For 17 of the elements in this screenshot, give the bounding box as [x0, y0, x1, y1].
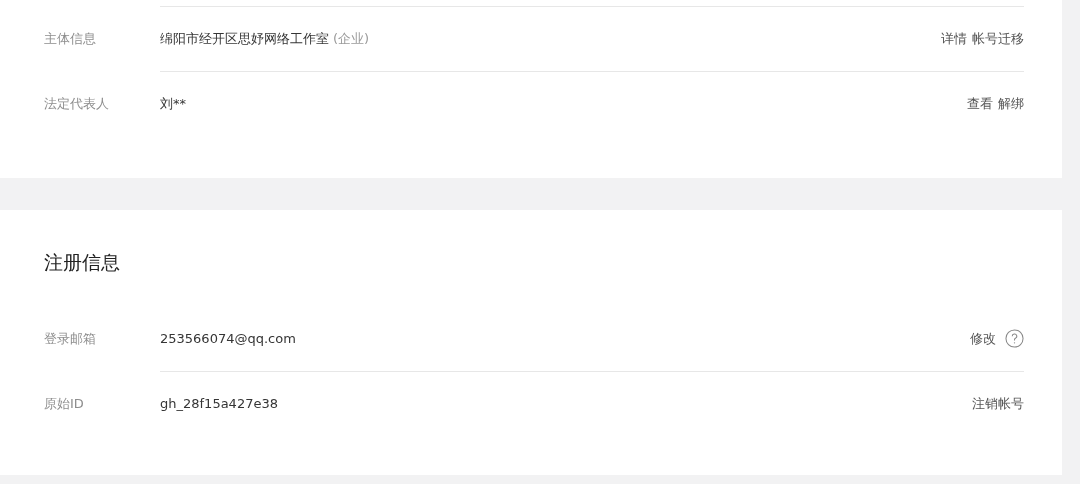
field-label: 法定代表人 — [44, 94, 110, 113]
field-value: 绵阳市经开区思妤网络工作室 — [160, 30, 329, 49]
action-link[interactable]: 查看 — [967, 94, 993, 114]
help-icon[interactable] — [1005, 329, 1024, 348]
field-value: 刘** — [160, 95, 186, 114]
action-link[interactable]: 帐号迁移 — [972, 29, 1024, 49]
action-link[interactable]: 解绑 — [998, 94, 1024, 114]
field-label: 原始ID — [44, 394, 85, 413]
value-note: (企业) — [333, 30, 370, 49]
action-link[interactable]: 详情 — [941, 29, 967, 49]
action-link[interactable]: 注销帐号 — [972, 394, 1024, 414]
field-label: 主体信息 — [44, 29, 97, 48]
field-value: gh_28f15a427e38 — [160, 395, 278, 414]
field-label: 登录邮箱 — [44, 329, 97, 348]
section-title: 注册信息 — [44, 250, 121, 275]
field-value: 253566074@qq.com — [160, 329, 296, 348]
action-link[interactable]: 修改 — [970, 328, 996, 349]
